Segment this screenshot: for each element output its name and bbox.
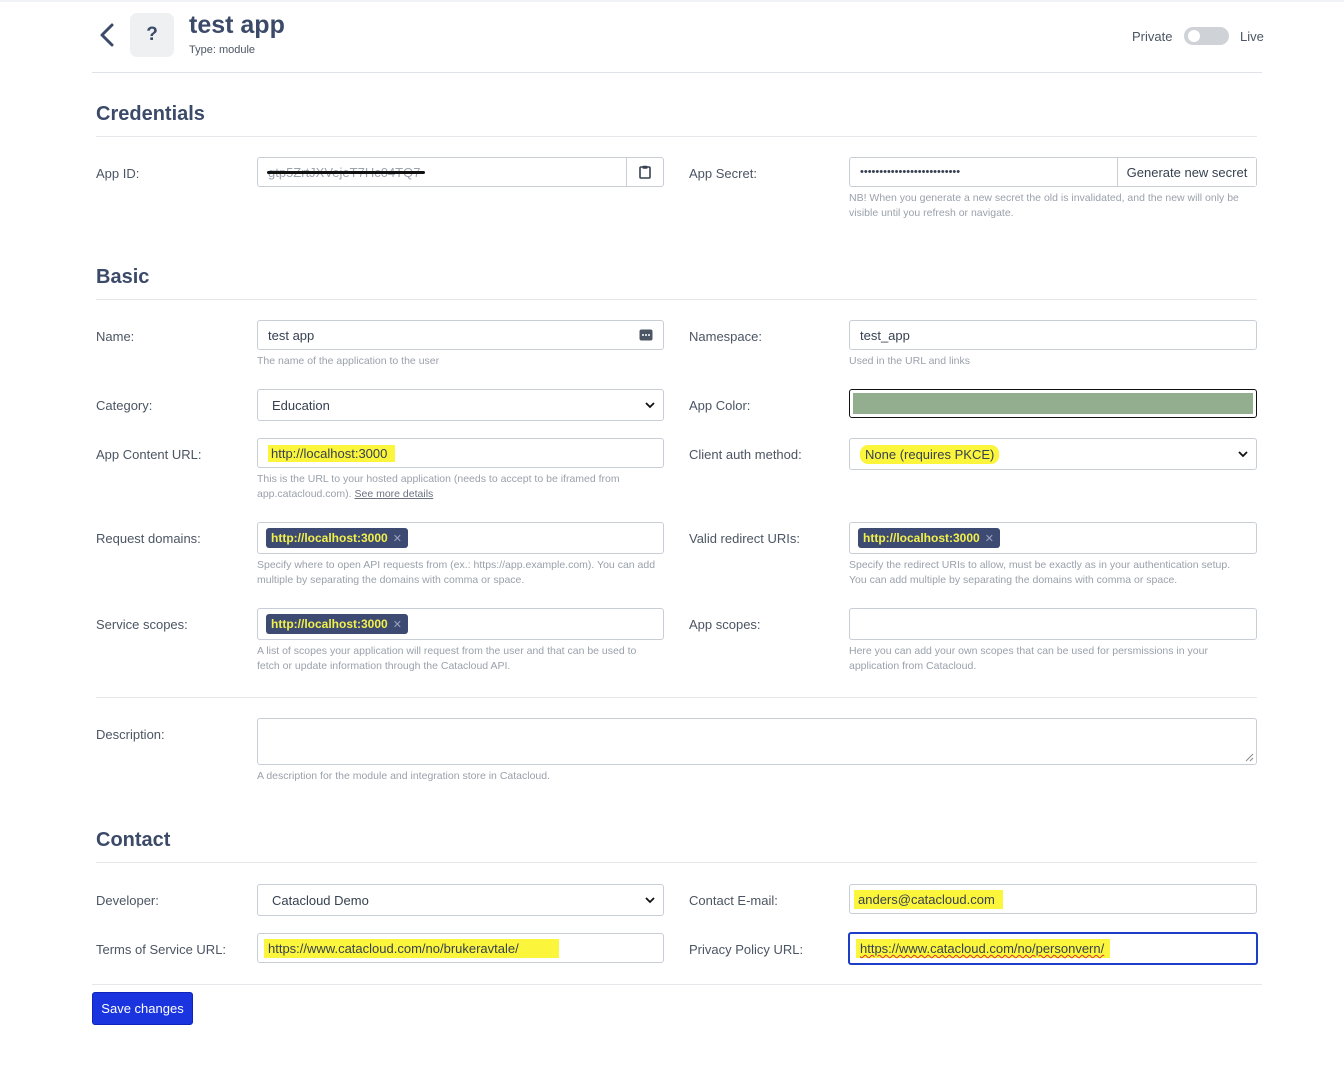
app-scopes-label: App scopes: (689, 617, 761, 632)
app-color-label: App Color: (689, 398, 751, 413)
page-subtitle: Type: module (189, 44, 256, 56)
privacy-policy-url-label: Privacy Policy URL: (689, 942, 804, 957)
form-footer-divider (92, 984, 1262, 985)
category-value: Education (272, 397, 330, 413)
client-auth-method-label: Client auth method: (689, 447, 802, 462)
section-title-basic: Basic (96, 266, 150, 288)
description-label: Description: (96, 727, 165, 742)
chevron-down-icon (645, 402, 655, 409)
app-content-url-help: This is the URL to your hosted applicati… (257, 472, 657, 502)
private-live-toggle[interactable] (1184, 27, 1229, 45)
contact-email-input[interactable]: anders@catacloud.com (849, 884, 1257, 914)
category-label: Category: (96, 398, 153, 413)
privacy-policy-url-value: https://www.catacloud.com/no/personvern/ (856, 939, 1111, 958)
app-color-picker[interactable] (849, 389, 1257, 418)
clipboard-icon (639, 165, 651, 179)
remove-tag-icon[interactable]: ✕ (393, 618, 402, 631)
generate-secret-label: Generate new secret (1126, 164, 1248, 180)
name-label: Name: (96, 329, 135, 344)
namespace-input[interactable]: test_app (849, 320, 1257, 350)
section-title-credentials: Credentials (96, 103, 205, 125)
name-value: test app (268, 327, 315, 343)
app-scopes-input[interactable] (849, 608, 1257, 640)
save-changes-label: Save changes (101, 1001, 184, 1016)
remove-tag-icon[interactable]: ✕ (393, 532, 402, 545)
header-divider (92, 72, 1262, 73)
request-domains-label: Request domains: (96, 531, 201, 546)
section-rule (96, 862, 1257, 863)
category-select[interactable]: Education (257, 389, 664, 421)
request-domains-help: Specify where to open API requests from … (257, 559, 656, 586)
app-content-url-help-text: This is the URL to your hosted applicati… (257, 473, 620, 500)
namespace-value: test_app (860, 327, 910, 343)
client-auth-method-select[interactable]: None (requires PKCE) (849, 438, 1257, 470)
description-textarea[interactable] (257, 718, 1257, 765)
namespace-help: Used in the URL and links (849, 355, 971, 367)
redirect-uri-tag: http://localhost:3000 ✕ (858, 528, 1000, 548)
remove-tag-icon[interactable]: ✕ (985, 532, 994, 545)
resize-handle-icon[interactable] (1245, 753, 1254, 762)
terms-of-service-url-label: Terms of Service URL: (96, 942, 227, 957)
privacy-policy-url-input[interactable]: https://www.catacloud.com/no/personvern/ (848, 932, 1258, 965)
terms-of-service-url-input[interactable]: https://www.catacloud.com/no/brukeravtal… (257, 933, 664, 963)
contact-email-value: anders@catacloud.com (854, 889, 1003, 909)
copy-button[interactable] (626, 158, 663, 186)
back-arrow-icon[interactable] (96, 20, 118, 50)
save-changes-button[interactable]: Save changes (92, 992, 193, 1025)
valid-redirect-uris-help: Specify the redirect URIs to allow, must… (849, 559, 1231, 586)
developer-label: Developer: (96, 893, 159, 908)
description-help: A description for the module and integra… (257, 770, 551, 782)
valid-redirect-uris-input[interactable]: http://localhost:3000 ✕ (849, 522, 1257, 554)
autofill-icon[interactable] (639, 328, 653, 342)
chevron-down-icon (1238, 451, 1248, 458)
service-scope-tag-label: http://localhost:3000 (271, 617, 388, 631)
top-border (0, 0, 1344, 2)
valid-redirect-uris-label: Valid redirect URIs: (689, 531, 801, 546)
toggle-live-label: Live (1240, 29, 1264, 44)
app-secret-value: •••••••••••••••••••••••••• (860, 166, 961, 178)
name-help: The name of the application to the user (257, 355, 440, 367)
page-title: test app (189, 11, 285, 39)
app-id-label: App ID: (96, 166, 140, 181)
app-content-url-value: http://localhost:3000 (268, 444, 396, 462)
app-scopes-help: Here you can add your own scopes that ca… (849, 645, 1208, 672)
app-secret-label: App Secret: (689, 166, 757, 181)
toggle-knob (1188, 30, 1200, 42)
redaction-mark (267, 171, 425, 174)
app-color-swatch (853, 393, 1253, 414)
app-id-field[interactable]: gtp5ZrtJXVejeT7Hc04TQ7 (257, 157, 664, 187)
app-icon: ? (130, 13, 174, 57)
developer-select[interactable]: Catacloud Demo (257, 884, 664, 916)
chevron-down-icon (645, 897, 655, 904)
service-scope-tag: http://localhost:3000 ✕ (266, 614, 408, 634)
section-rule (96, 697, 1257, 698)
section-rule (96, 299, 1257, 300)
app-secret-field[interactable]: •••••••••••••••••••••••••• Generate new … (849, 157, 1257, 187)
request-domains-tag: http://localhost:3000 ✕ (266, 528, 408, 548)
service-scopes-label: Service scopes: (96, 617, 188, 632)
app-content-url-label: App Content URL: (96, 447, 202, 462)
see-more-details-link[interactable]: See more details (354, 488, 433, 500)
contact-email-label: Contact E-mail: (689, 893, 778, 908)
redirect-uri-tag-label: http://localhost:3000 (863, 531, 980, 545)
section-title-contact: Contact (96, 829, 171, 851)
generate-secret-button[interactable]: Generate new secret (1117, 158, 1256, 186)
service-scopes-input[interactable]: http://localhost:3000 ✕ (257, 608, 664, 640)
developer-value: Catacloud Demo (272, 892, 369, 908)
terms-of-service-url-value: https://www.catacloud.com/no/brukeravtal… (264, 938, 559, 958)
service-scopes-help: A list of scopes your application will r… (257, 645, 637, 672)
section-rule (96, 136, 1257, 137)
request-domains-input[interactable]: http://localhost:3000 ✕ (257, 522, 664, 554)
app-content-url-input[interactable]: http://localhost:3000 (257, 438, 664, 468)
client-auth-method-value: None (requires PKCE) (860, 444, 1000, 464)
namespace-label: Namespace: (689, 329, 762, 344)
toggle-private-label: Private (1132, 29, 1173, 44)
app-secret-help: NB! When you generate a new secret the o… (849, 192, 1239, 219)
request-domains-tag-label: http://localhost:3000 (271, 531, 388, 545)
name-input[interactable]: test app (257, 320, 664, 350)
